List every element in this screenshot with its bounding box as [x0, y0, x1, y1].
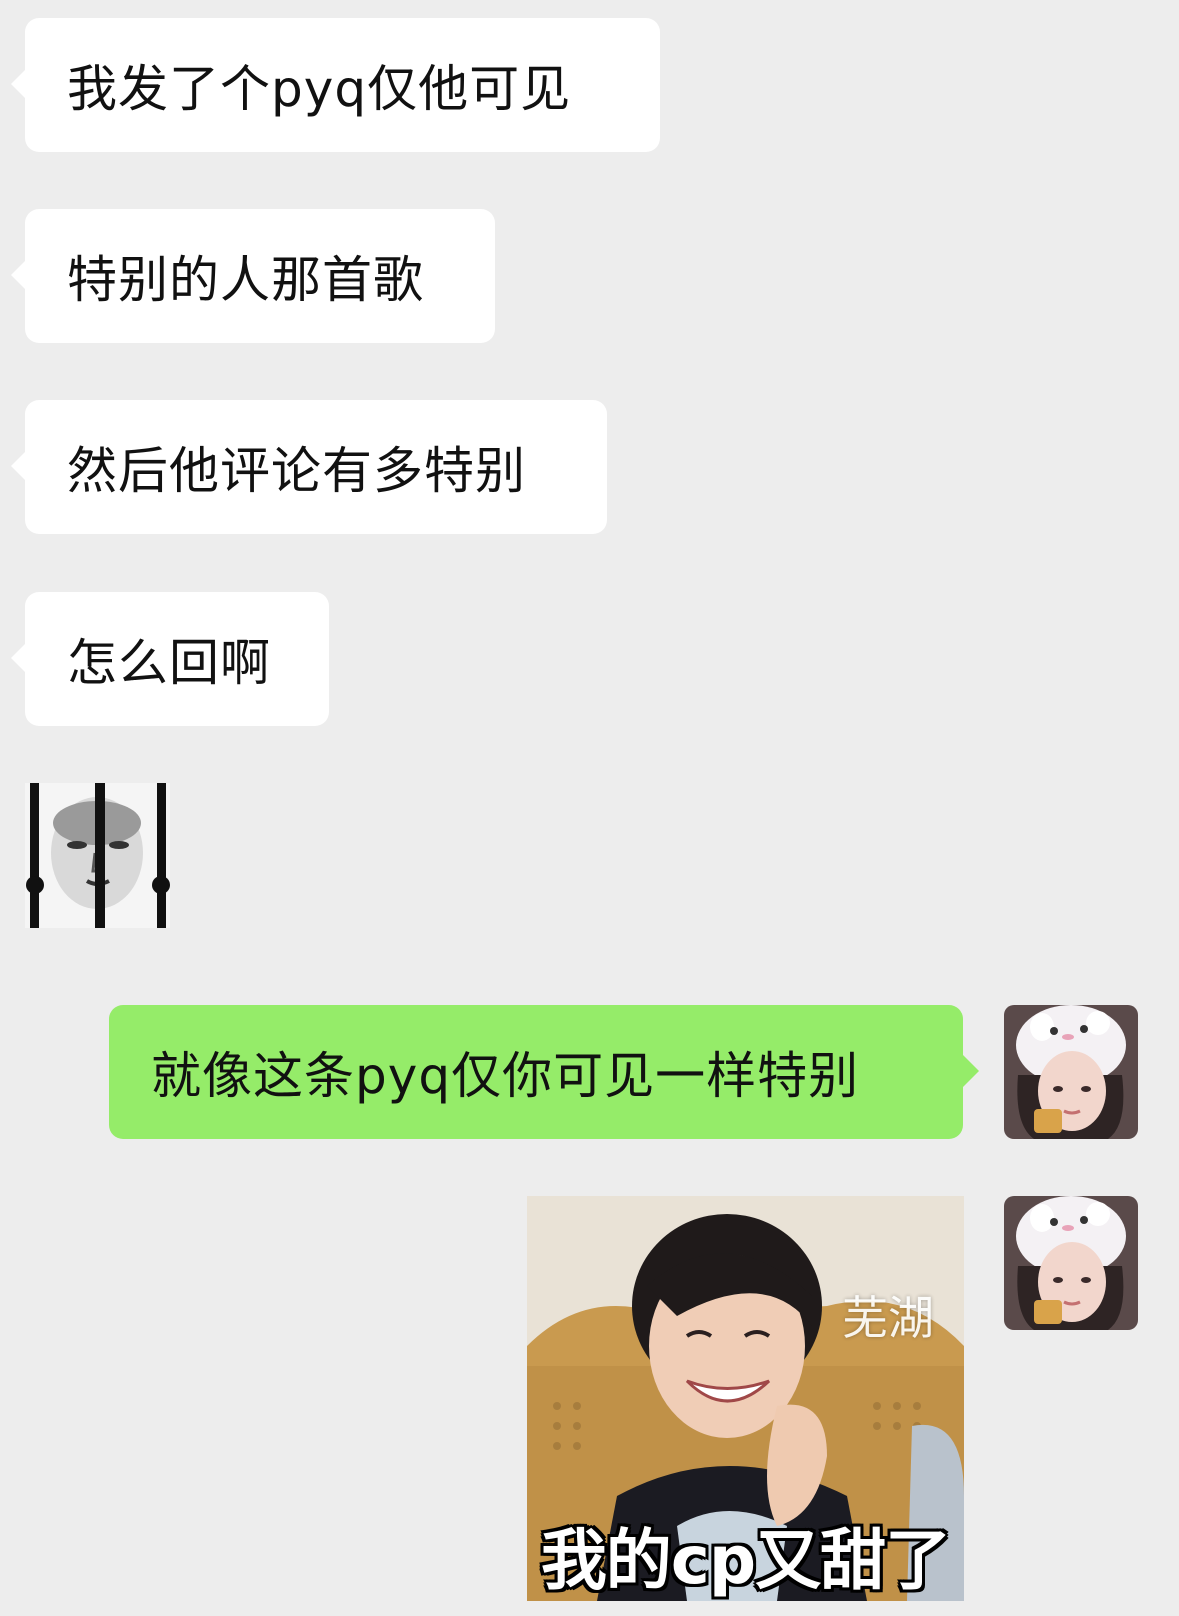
message-text: 特别的人那首歌 — [67, 251, 424, 309]
user-avatar[interactable] — [1004, 1005, 1138, 1139]
outgoing-message-bubble[interactable]: 就像这条pyq仅你可见一样特别 — [109, 1005, 979, 1139]
avatar-image-icon — [1004, 1005, 1138, 1139]
sticker-watermark: 芜湖 — [842, 1291, 934, 1345]
jail-face-sticker[interactable] — [25, 783, 170, 928]
incoming-message-bubble[interactable]: 我发了个pyq仅他可见 — [11, 18, 660, 152]
avatar-image-icon — [1004, 1196, 1138, 1330]
message-text: 怎么回啊 — [67, 634, 271, 692]
message-text: 就像这条pyq仅你可见一样特别 — [151, 1047, 860, 1105]
message-text: 然后他评论有多特别 — [67, 442, 526, 500]
cp-sweet-sticker[interactable]: 芜湖 我的cp又甜了 — [527, 1196, 964, 1601]
message-text: 我发了个pyq仅他可见 — [67, 60, 572, 118]
jail-face-sticker-icon — [25, 783, 170, 928]
sticker-caption: 我的cp又甜了 — [540, 1522, 951, 1599]
incoming-message-bubble[interactable]: 然后他评论有多特别 — [11, 400, 607, 534]
incoming-message-bubble[interactable]: 特别的人那首歌 — [11, 209, 495, 343]
incoming-message-bubble[interactable]: 怎么回啊 — [11, 592, 329, 726]
user-avatar[interactable] — [1004, 1196, 1138, 1330]
